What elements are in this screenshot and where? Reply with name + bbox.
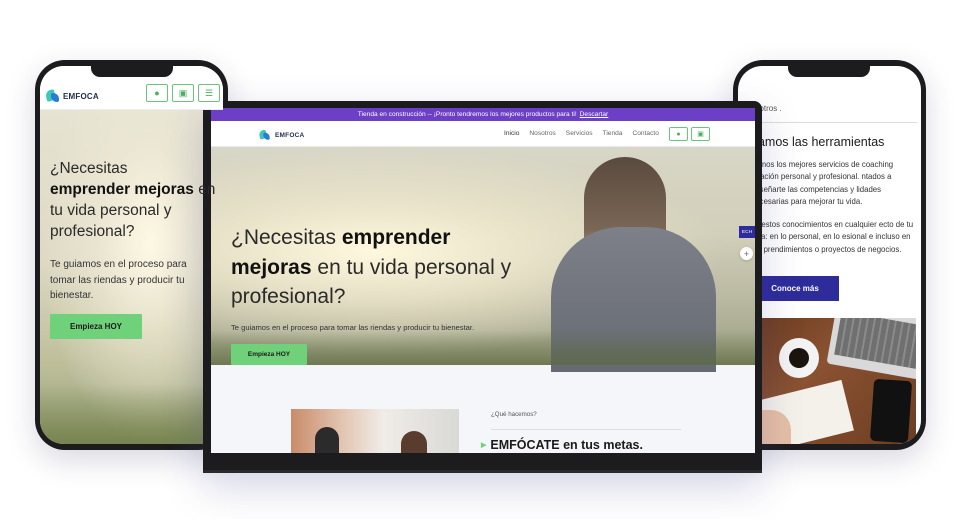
- section-heading: ▶ EMFÓCATE en tus metas.: [481, 438, 643, 452]
- photo-person: [315, 427, 339, 453]
- hero-grass: [40, 384, 223, 444]
- announcement-bar: Tienda en construcción -- ¡Pronto tendre…: [211, 108, 755, 121]
- brand-logo[interactable]: EMFOCA: [258, 129, 304, 141]
- hero-headline: ¿Necesitas emprender mejoras en tu vida …: [231, 226, 512, 308]
- section-kicker: ¿Qué hacemos?: [491, 411, 537, 418]
- bag-icon: ▣: [178, 87, 188, 98]
- mobile-mockup-left: EMFOCA ● ▣ ☰ ¿Necesitas emprender mejora…: [35, 60, 228, 450]
- mobile-hero-headline: ¿Necesitas emprender mejoras en tu vida …: [50, 160, 216, 240]
- nav-item-inicio[interactable]: Inicio: [504, 130, 519, 137]
- hero-cta-button[interactable]: Empieza HOY: [231, 344, 307, 365]
- learn-more-button[interactable]: Conoce más: [751, 276, 839, 301]
- nav-item-nosotros[interactable]: Nosotros: [529, 130, 555, 137]
- plus-button[interactable]: +: [740, 247, 753, 260]
- section-title: damos las herramientas: [751, 135, 885, 149]
- account-button[interactable]: ●: [146, 84, 168, 102]
- nav-item-servicios[interactable]: Servicios: [566, 130, 593, 137]
- team-photo: [291, 409, 459, 453]
- cart-button[interactable]: ▣: [172, 84, 194, 102]
- main-menu: Inicio Nosotros Servicios Tienda Contact…: [504, 130, 659, 137]
- hero-subtitle: Te guiamos en el proceso para tomar las …: [231, 323, 475, 332]
- bag-icon: ▣: [697, 131, 704, 138]
- plus-icon: +: [743, 248, 750, 259]
- laptop-screen: Tienda en construcción -- ¡Pronto tendre…: [211, 108, 755, 453]
- user-icon: ●: [676, 130, 681, 138]
- mobile-screen-left: EMFOCA ● ▣ ☰ ¿Necesitas emprender mejora…: [40, 66, 223, 444]
- cart-button[interactable]: ▣: [691, 127, 710, 141]
- mobile-hero-subtitle: Te guiamos en el proceso para tomar las …: [50, 259, 187, 301]
- menu-icon: ☰: [204, 87, 214, 98]
- brand-name: EMFOCA: [63, 91, 99, 101]
- leaf-logo-icon: [46, 90, 59, 102]
- nav-item-tienda[interactable]: Tienda: [603, 130, 623, 137]
- brand-logo[interactable]: EMFOCA: [46, 90, 99, 102]
- site-navbar: EMFOCA Inicio Nosotros Servicios Tienda …: [211, 121, 755, 147]
- brand-name: EMFOCA: [275, 131, 305, 139]
- leaf-logo-icon: [259, 130, 270, 140]
- photo-person: [401, 431, 427, 453]
- section-paragraph: ca estos conocimientos en cualquier ecto…: [751, 220, 914, 254]
- laptop-base: [203, 470, 762, 473]
- phone-notch: [91, 66, 173, 77]
- menu-button[interactable]: ☰: [198, 84, 220, 102]
- announcement-text: Tienda en construcción -- ¡Pronto tendre…: [357, 111, 577, 118]
- photo-smartphone: [869, 378, 913, 444]
- mobile-cta-button[interactable]: Empieza HOY: [50, 314, 142, 339]
- hero-image: ¿Necesitas emprender mejoras en tu vida …: [211, 147, 755, 372]
- photo-coffee-cup: [779, 338, 819, 378]
- play-arrow-icon: ▶: [481, 442, 487, 449]
- dismiss-link[interactable]: Descartar: [580, 111, 609, 118]
- laptop-mockup: Tienda en construcción -- ¡Pronto tendre…: [203, 101, 762, 473]
- photo-laptop: [826, 318, 916, 380]
- section-paragraph: damos los mejores servicios de coaching …: [751, 160, 894, 206]
- phone-notch: [788, 66, 870, 77]
- mobile-screen-right: osotros . damos las herramientas damos l…: [738, 66, 921, 444]
- account-button[interactable]: ●: [669, 127, 688, 141]
- divider: [491, 429, 681, 430]
- language-badge[interactable]: ECH: [739, 226, 755, 238]
- desk-photo: [751, 318, 916, 444]
- user-icon: ●: [154, 88, 160, 98]
- divider: [751, 122, 917, 123]
- nav-item-contacto[interactable]: Contacto: [632, 130, 658, 137]
